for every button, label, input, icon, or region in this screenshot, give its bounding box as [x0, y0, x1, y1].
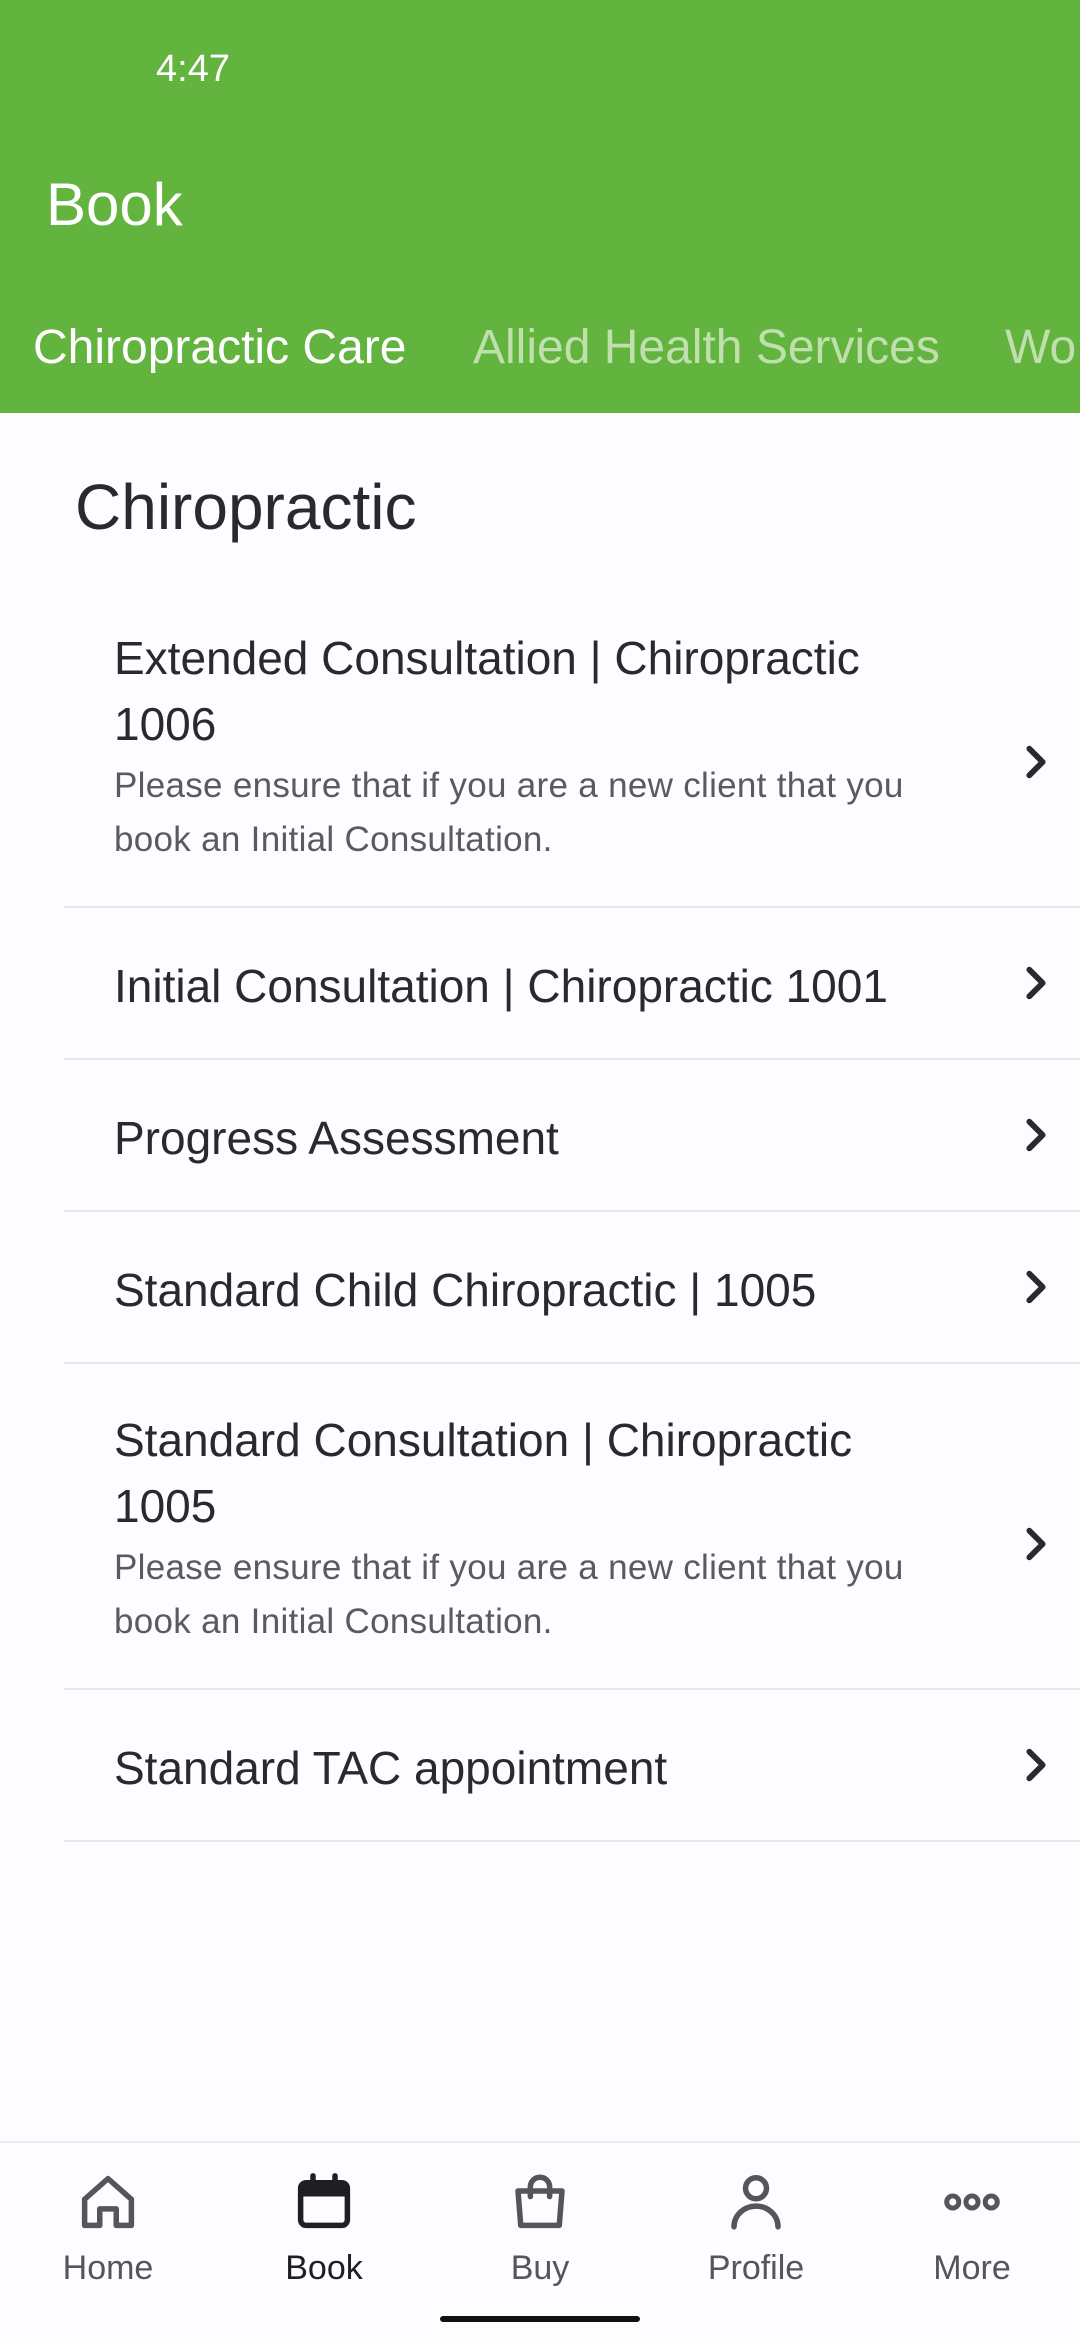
item-title: Progress Assessment	[114, 1112, 559, 1164]
nav-profile-label: Profile	[707, 2249, 805, 2287]
list-item-standard-consultation[interactable]: Standard Consultation | Chiropractic 100…	[64, 1407, 1080, 1687]
tab-partial[interactable]: Wo	[1005, 320, 1076, 375]
chevron-right-icon	[1026, 966, 1046, 1000]
item-title: Standard TAC appointment	[114, 1742, 668, 1794]
calendar-icon	[297, 2173, 351, 2229]
chevron-right-icon	[1026, 1527, 1046, 1561]
home-indicator[interactable]	[440, 2316, 640, 2322]
chevron-right-icon	[1026, 745, 1046, 779]
nav-book-label: Book	[285, 2249, 363, 2287]
page-title: Book	[46, 171, 183, 238]
list-item-standard-tac-appointment[interactable]: Standard TAC appointment	[64, 1690, 1080, 1840]
home-icon	[81, 2175, 135, 2229]
chevron-right-icon	[1026, 1270, 1046, 1304]
list-item-initial-consultation[interactable]: Initial Consultation | Chiropractic 1001	[64, 908, 1080, 1058]
section-title: Chiropractic	[75, 471, 417, 543]
item-title: Standard Consultation | Chiropractic 100…	[114, 1414, 853, 1532]
item-title: Standard Child Chiropractic | 1005	[114, 1264, 817, 1316]
nav-more-label: More	[933, 2249, 1011, 2287]
shopping-bag-icon	[515, 2174, 565, 2229]
nav-home[interactable]: Home	[0, 2169, 216, 2288]
nav-buy[interactable]: Buy	[432, 2169, 648, 2288]
status-time: 4:47	[156, 48, 230, 90]
person-icon	[731, 2175, 781, 2230]
divider	[64, 1840, 1080, 1842]
item-title: Initial Consultation | Chiropractic 1001	[114, 960, 888, 1012]
chevron-right-icon	[1026, 1748, 1046, 1782]
bottom-navigation: Home Book Buy Profile More	[0, 2141, 1080, 2342]
item-description: Please ensure that if you are a new clie…	[114, 1548, 904, 1641]
nav-profile[interactable]: Profile	[648, 2169, 864, 2288]
tab-chiropractic-care[interactable]: Chiropractic Care	[33, 320, 406, 375]
nav-home-label: Home	[62, 2249, 154, 2287]
nav-book[interactable]: Book	[216, 2169, 432, 2288]
item-title: Extended Consultation | Chiropractic 100…	[114, 632, 860, 750]
list-item-extended-consultation[interactable]: Extended Consultation | Chiropractic 100…	[64, 625, 1080, 905]
item-description: Please ensure that if you are a new clie…	[114, 766, 904, 859]
divider	[64, 1362, 1080, 1364]
category-tabs: Chiropractic Care Allied Health Services…	[0, 312, 1080, 382]
more-dots-icon	[944, 2193, 1000, 2211]
app-header: 4:47 Book Chiropractic Care Allied Healt…	[0, 0, 1080, 413]
tab-allied-health-services[interactable]: Allied Health Services	[473, 320, 940, 375]
chevron-right-icon	[1026, 1118, 1046, 1152]
nav-buy-label: Buy	[510, 2249, 570, 2287]
nav-more[interactable]: More	[864, 2169, 1080, 2288]
list-item-standard-child-chiropractic[interactable]: Standard Child Chiropractic | 1005	[64, 1212, 1080, 1362]
list-item-progress-assessment[interactable]: Progress Assessment	[64, 1060, 1080, 1210]
